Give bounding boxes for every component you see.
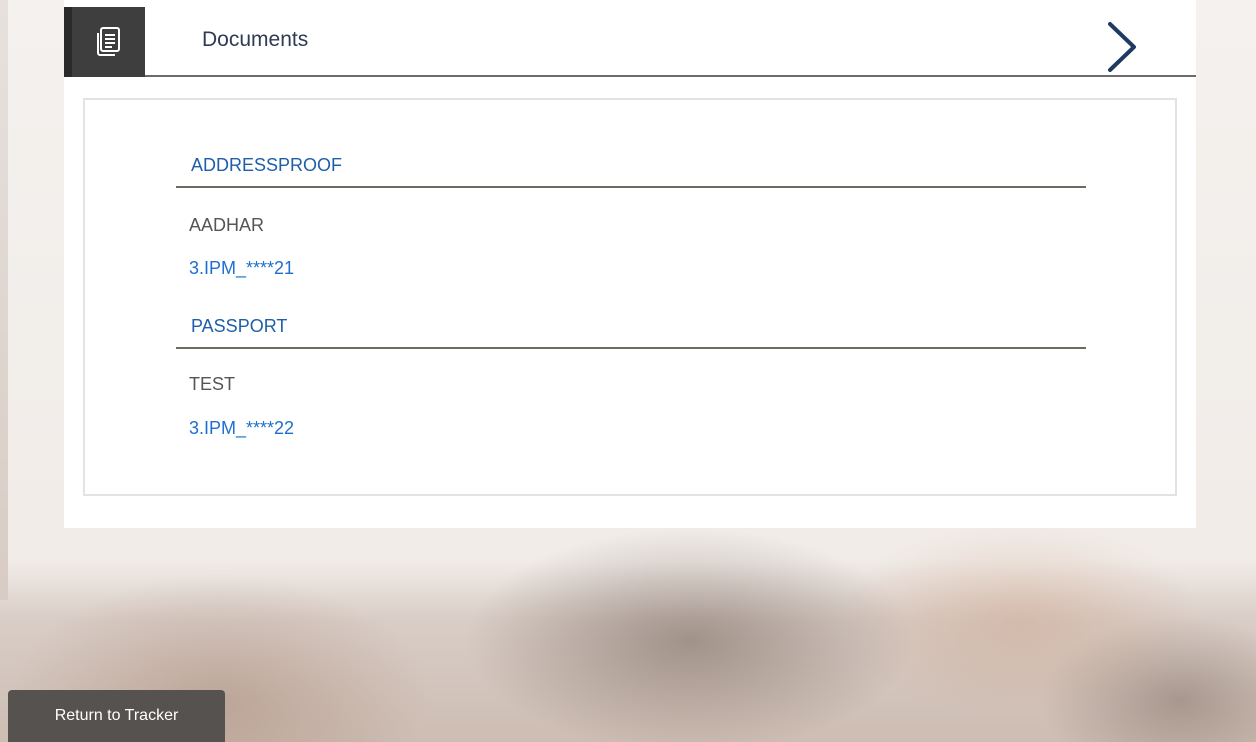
documents-panel: Documents ADDRESSPROOF AADHAR 3.IPM_****… [64,0,1196,528]
chevron-right-icon[interactable] [1102,18,1142,76]
document-group-passport: PASSPORT [176,313,1086,349]
divider [176,347,1086,349]
documents-list-box: ADDRESSPROOF AADHAR 3.IPM_****21 PASSPOR… [83,98,1177,496]
document-file-link[interactable]: 3.IPM_****22 [189,418,294,439]
document-group-addressproof: ADDRESSPROOF [176,152,1086,188]
document-category-title: ADDRESSPROOF [191,155,343,175]
return-to-tracker-button[interactable]: Return to Tracker [8,690,225,742]
divider [176,186,1086,188]
documents-icon-tile [64,7,145,77]
document-category-title: PASSPORT [191,316,288,336]
left-edge [0,0,8,600]
document-name: AADHAR [189,215,265,235]
document-stack-icon [96,27,120,56]
documents-header[interactable]: Documents [64,0,1196,77]
document-name: TEST [189,374,236,394]
documents-title: Documents [202,28,309,51]
document-file-link[interactable]: 3.IPM_****21 [189,258,294,279]
